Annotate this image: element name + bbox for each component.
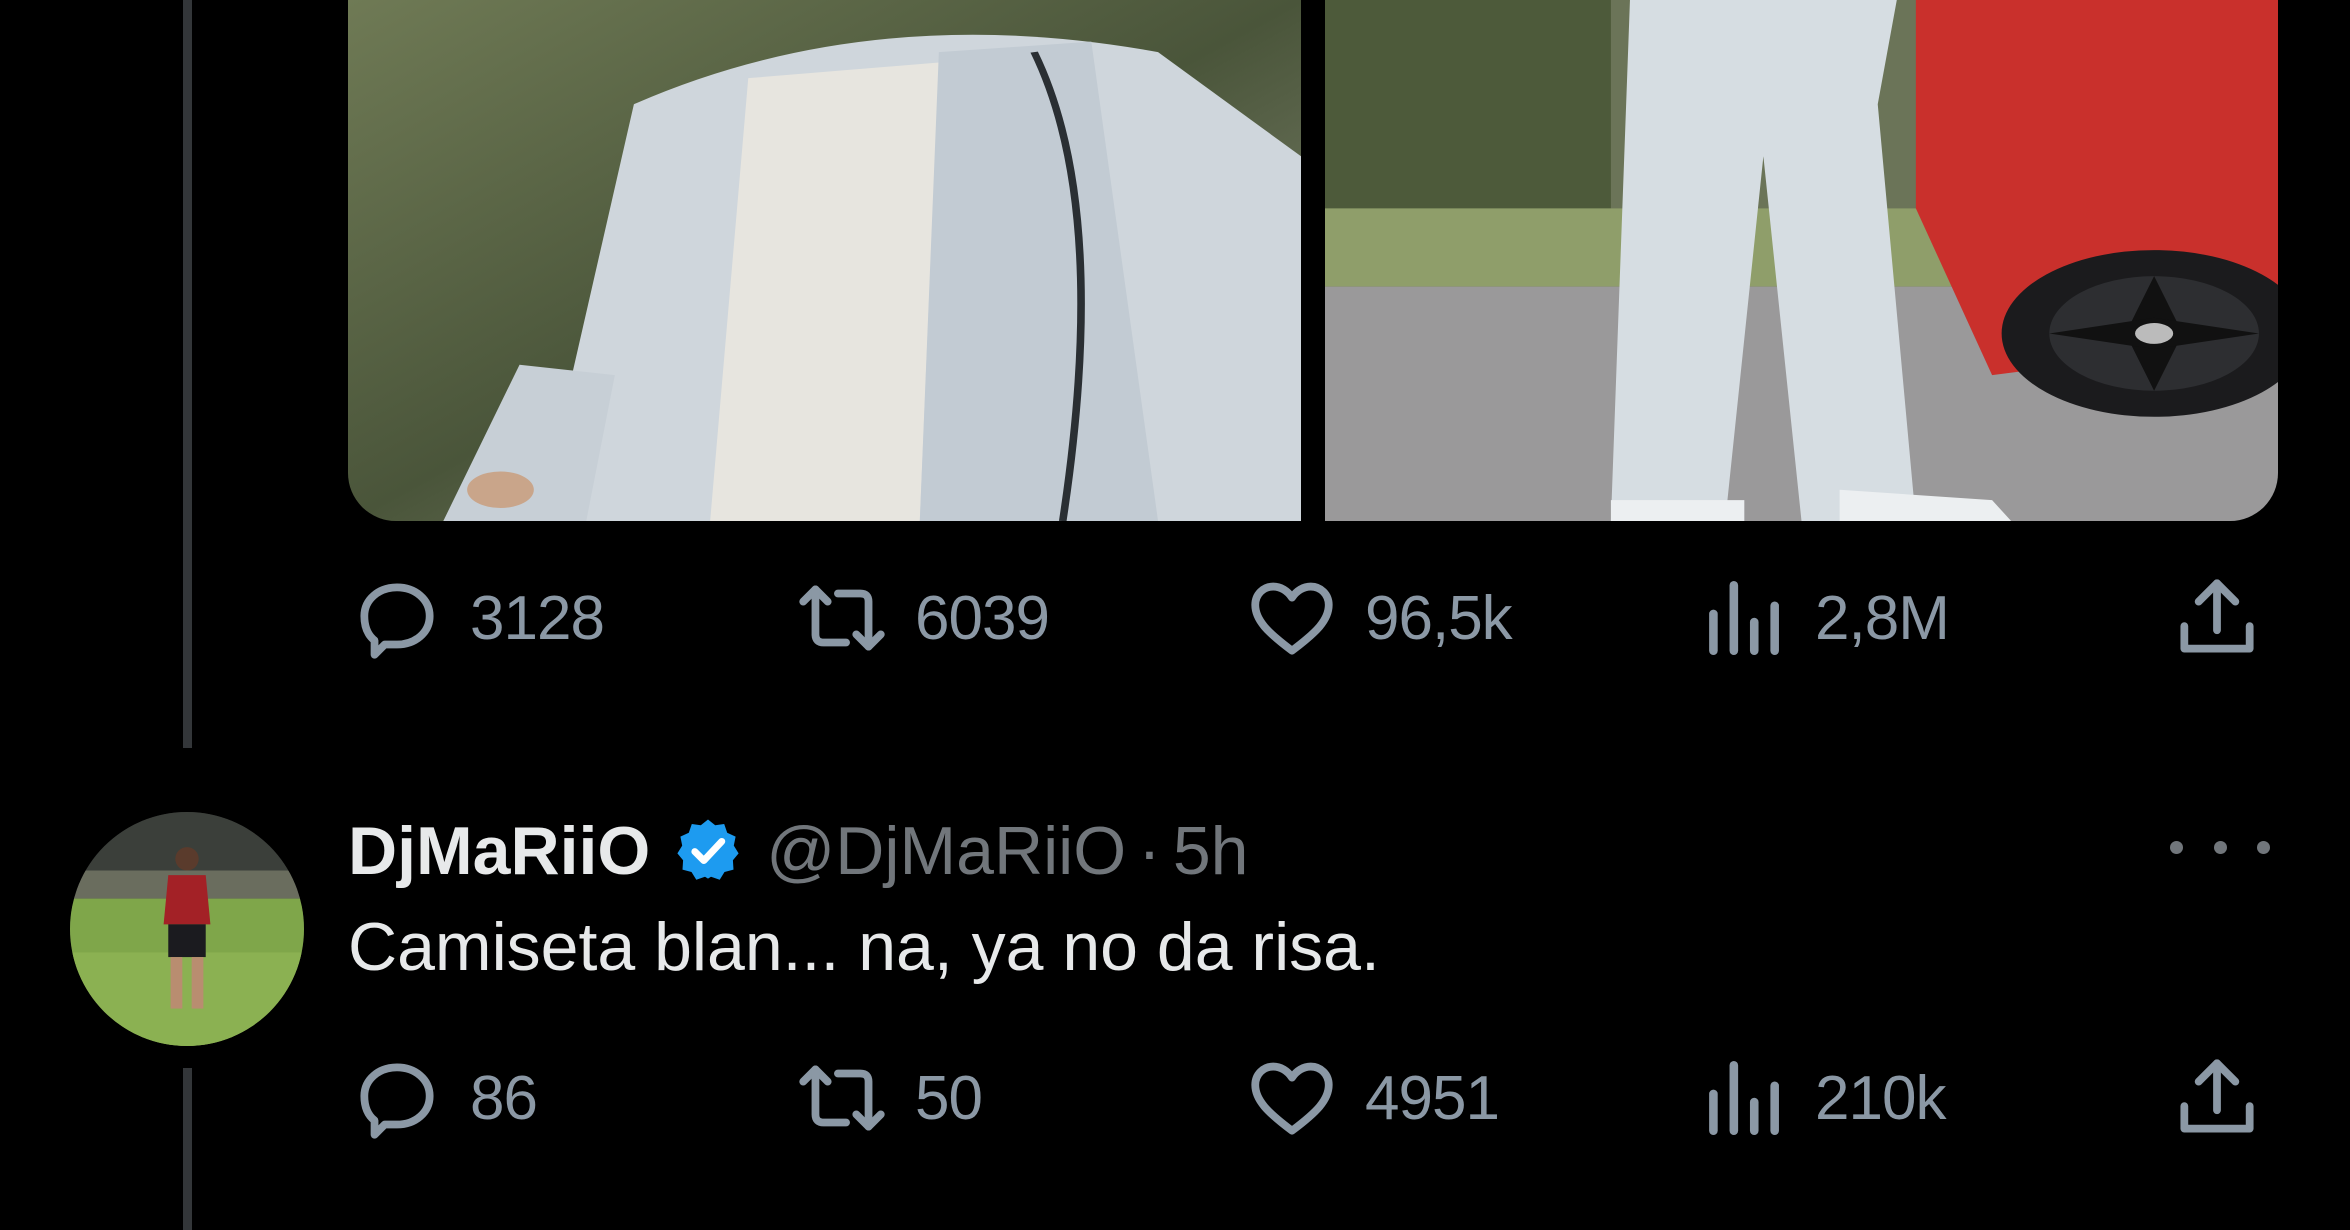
retweet-count: 50 xyxy=(915,1063,983,1133)
views-button[interactable]: 2,8M xyxy=(1693,568,1950,668)
more-icon xyxy=(2213,840,2227,854)
avatar[interactable] xyxy=(70,812,304,1046)
verified-badge-icon xyxy=(677,819,739,880)
user-handle[interactable]: @DjMaRiiO xyxy=(766,812,1126,890)
tweet-text: Camiseta blan... na, ya no da risa. xyxy=(348,909,1380,985)
more-options-button[interactable] xyxy=(2170,822,2270,872)
thread-line xyxy=(183,1068,192,1230)
retweet-icon xyxy=(799,1065,885,1131)
retweet-icon xyxy=(799,585,885,651)
reply-icon xyxy=(360,583,434,659)
share-icon xyxy=(2180,579,2254,653)
views-count: 210k xyxy=(1815,1063,1946,1133)
reply-icon xyxy=(360,1063,434,1139)
thread-line xyxy=(183,0,192,748)
display-name[interactable]: DjMaRiiO xyxy=(348,812,650,890)
retweet-button[interactable]: 6039 xyxy=(793,568,1050,668)
media-grid[interactable] xyxy=(348,0,2278,521)
retweet-count: 6039 xyxy=(915,583,1050,653)
views-button[interactable]: 210k xyxy=(1693,1048,1946,1148)
tweet-action-bar: 86 50 4951 210k xyxy=(348,1048,2278,1148)
separator-dot: · xyxy=(1138,813,1161,889)
heart-icon xyxy=(1251,1062,1333,1135)
reply-button[interactable]: 86 xyxy=(348,1048,538,1148)
share-button[interactable] xyxy=(2168,1048,2266,1148)
views-icon xyxy=(1709,581,1779,655)
reply-count: 86 xyxy=(470,1063,538,1133)
timestamp[interactable]: 5h xyxy=(1173,812,1249,890)
more-icon xyxy=(2257,840,2270,854)
share-button[interactable] xyxy=(2168,568,2266,668)
media-photo-2[interactable] xyxy=(1325,0,2278,521)
more-icon xyxy=(2170,840,2183,854)
reply-count: 3128 xyxy=(470,583,605,653)
tweet-header: DjMaRiiO @DjMaRiiO · 5h xyxy=(348,806,1248,896)
like-count: 96,5k xyxy=(1365,583,1513,653)
tweet-action-bar: 3128 6039 96,5k 2,8M xyxy=(348,568,2278,668)
views-icon xyxy=(1709,1061,1779,1135)
reply-button[interactable]: 3128 xyxy=(348,568,605,668)
views-count: 2,8M xyxy=(1815,583,1950,653)
like-button[interactable]: 4951 xyxy=(1243,1048,1500,1148)
like-count: 4951 xyxy=(1365,1063,1500,1133)
heart-icon xyxy=(1251,582,1333,655)
retweet-button[interactable]: 50 xyxy=(793,1048,983,1148)
media-photo-1[interactable] xyxy=(348,0,1301,521)
like-button[interactable]: 96,5k xyxy=(1243,568,1513,668)
share-icon xyxy=(2180,1059,2254,1133)
